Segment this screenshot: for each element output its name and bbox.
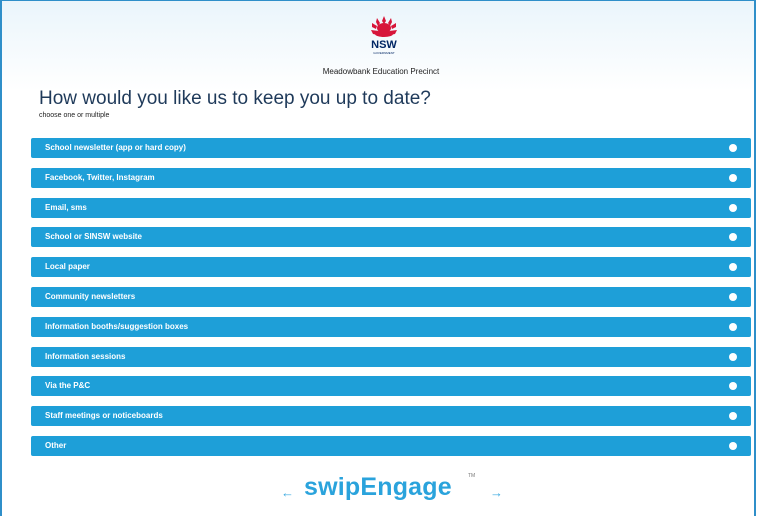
option-other[interactable]: Other: [31, 435, 751, 456]
trademark-symbol: TM: [468, 473, 476, 479]
option-label: Information sessions: [45, 351, 126, 361]
survey-frame: NSW GOVERNMENT Meadowbank Education Prec…: [0, 0, 756, 516]
logo-text: NSW: [371, 39, 397, 51]
nsw-government-logo: NSW GOVERNMENT: [368, 15, 400, 59]
logo-subtext: GOVERNMENT: [373, 51, 395, 55]
radio-indicator-icon[interactable]: [729, 233, 737, 242]
option-email-sms[interactable]: Email, sms: [31, 197, 751, 218]
radio-indicator-icon[interactable]: [729, 263, 737, 272]
radio-indicator-icon[interactable]: [729, 322, 737, 331]
option-community-newsletters[interactable]: Community newsletters: [31, 286, 751, 307]
question-hint: choose one or multiple: [39, 112, 110, 119]
option-label: Facebook, Twitter, Instagram: [45, 172, 155, 182]
option-label: Other: [45, 440, 67, 450]
radio-indicator-icon[interactable]: [729, 412, 737, 421]
footer-navigation: ← swipEngage TM →: [2, 471, 758, 511]
radio-indicator-icon[interactable]: [729, 441, 737, 450]
organization-name: Meadowbank Education Precinct: [322, 67, 440, 76]
option-label: Via the P&C: [45, 381, 91, 391]
option-information-booths[interactable]: Information booths/suggestion boxes: [31, 316, 751, 337]
option-staff-meetings[interactable]: Staff meetings or noticeboards: [31, 406, 751, 427]
option-local-paper[interactable]: Local paper: [31, 257, 751, 278]
option-via-pandc[interactable]: Via the P&C: [31, 376, 751, 397]
waratah-flower-icon: NSW GOVERNMENT: [371, 16, 397, 55]
option-label: School or SINSW website: [45, 232, 142, 242]
radio-indicator-icon[interactable]: [729, 382, 737, 391]
next-arrow-icon[interactable]: →: [490, 485, 503, 500]
option-information-sessions[interactable]: Information sessions: [31, 346, 751, 367]
options-list: School newsletter (app or hard copy) Fac…: [31, 138, 751, 466]
radio-indicator-icon[interactable]: [729, 292, 737, 301]
radio-indicator-icon[interactable]: [729, 173, 737, 182]
option-label: Information booths/suggestion boxes: [45, 321, 189, 331]
option-website[interactable]: School or SINSW website: [31, 227, 751, 248]
option-label: Local paper: [45, 262, 90, 272]
brand-logo: swipEngage: [304, 473, 452, 501]
option-social-media[interactable]: Facebook, Twitter, Instagram: [31, 167, 751, 188]
radio-indicator-icon[interactable]: [729, 352, 737, 361]
option-label: School newsletter (app or hard copy): [45, 143, 186, 152]
option-school-newsletter[interactable]: School newsletter (app or hard copy): [31, 138, 751, 158]
option-label: Email, sms: [45, 202, 87, 212]
option-label: Staff meetings or noticeboards: [45, 411, 163, 421]
option-label: Community newsletters: [45, 291, 136, 301]
radio-indicator-icon[interactable]: [729, 203, 737, 212]
question-title: How would you like us to keep you up to …: [39, 88, 431, 109]
radio-indicator-icon[interactable]: [729, 144, 737, 152]
previous-arrow-icon[interactable]: ←: [281, 485, 294, 500]
